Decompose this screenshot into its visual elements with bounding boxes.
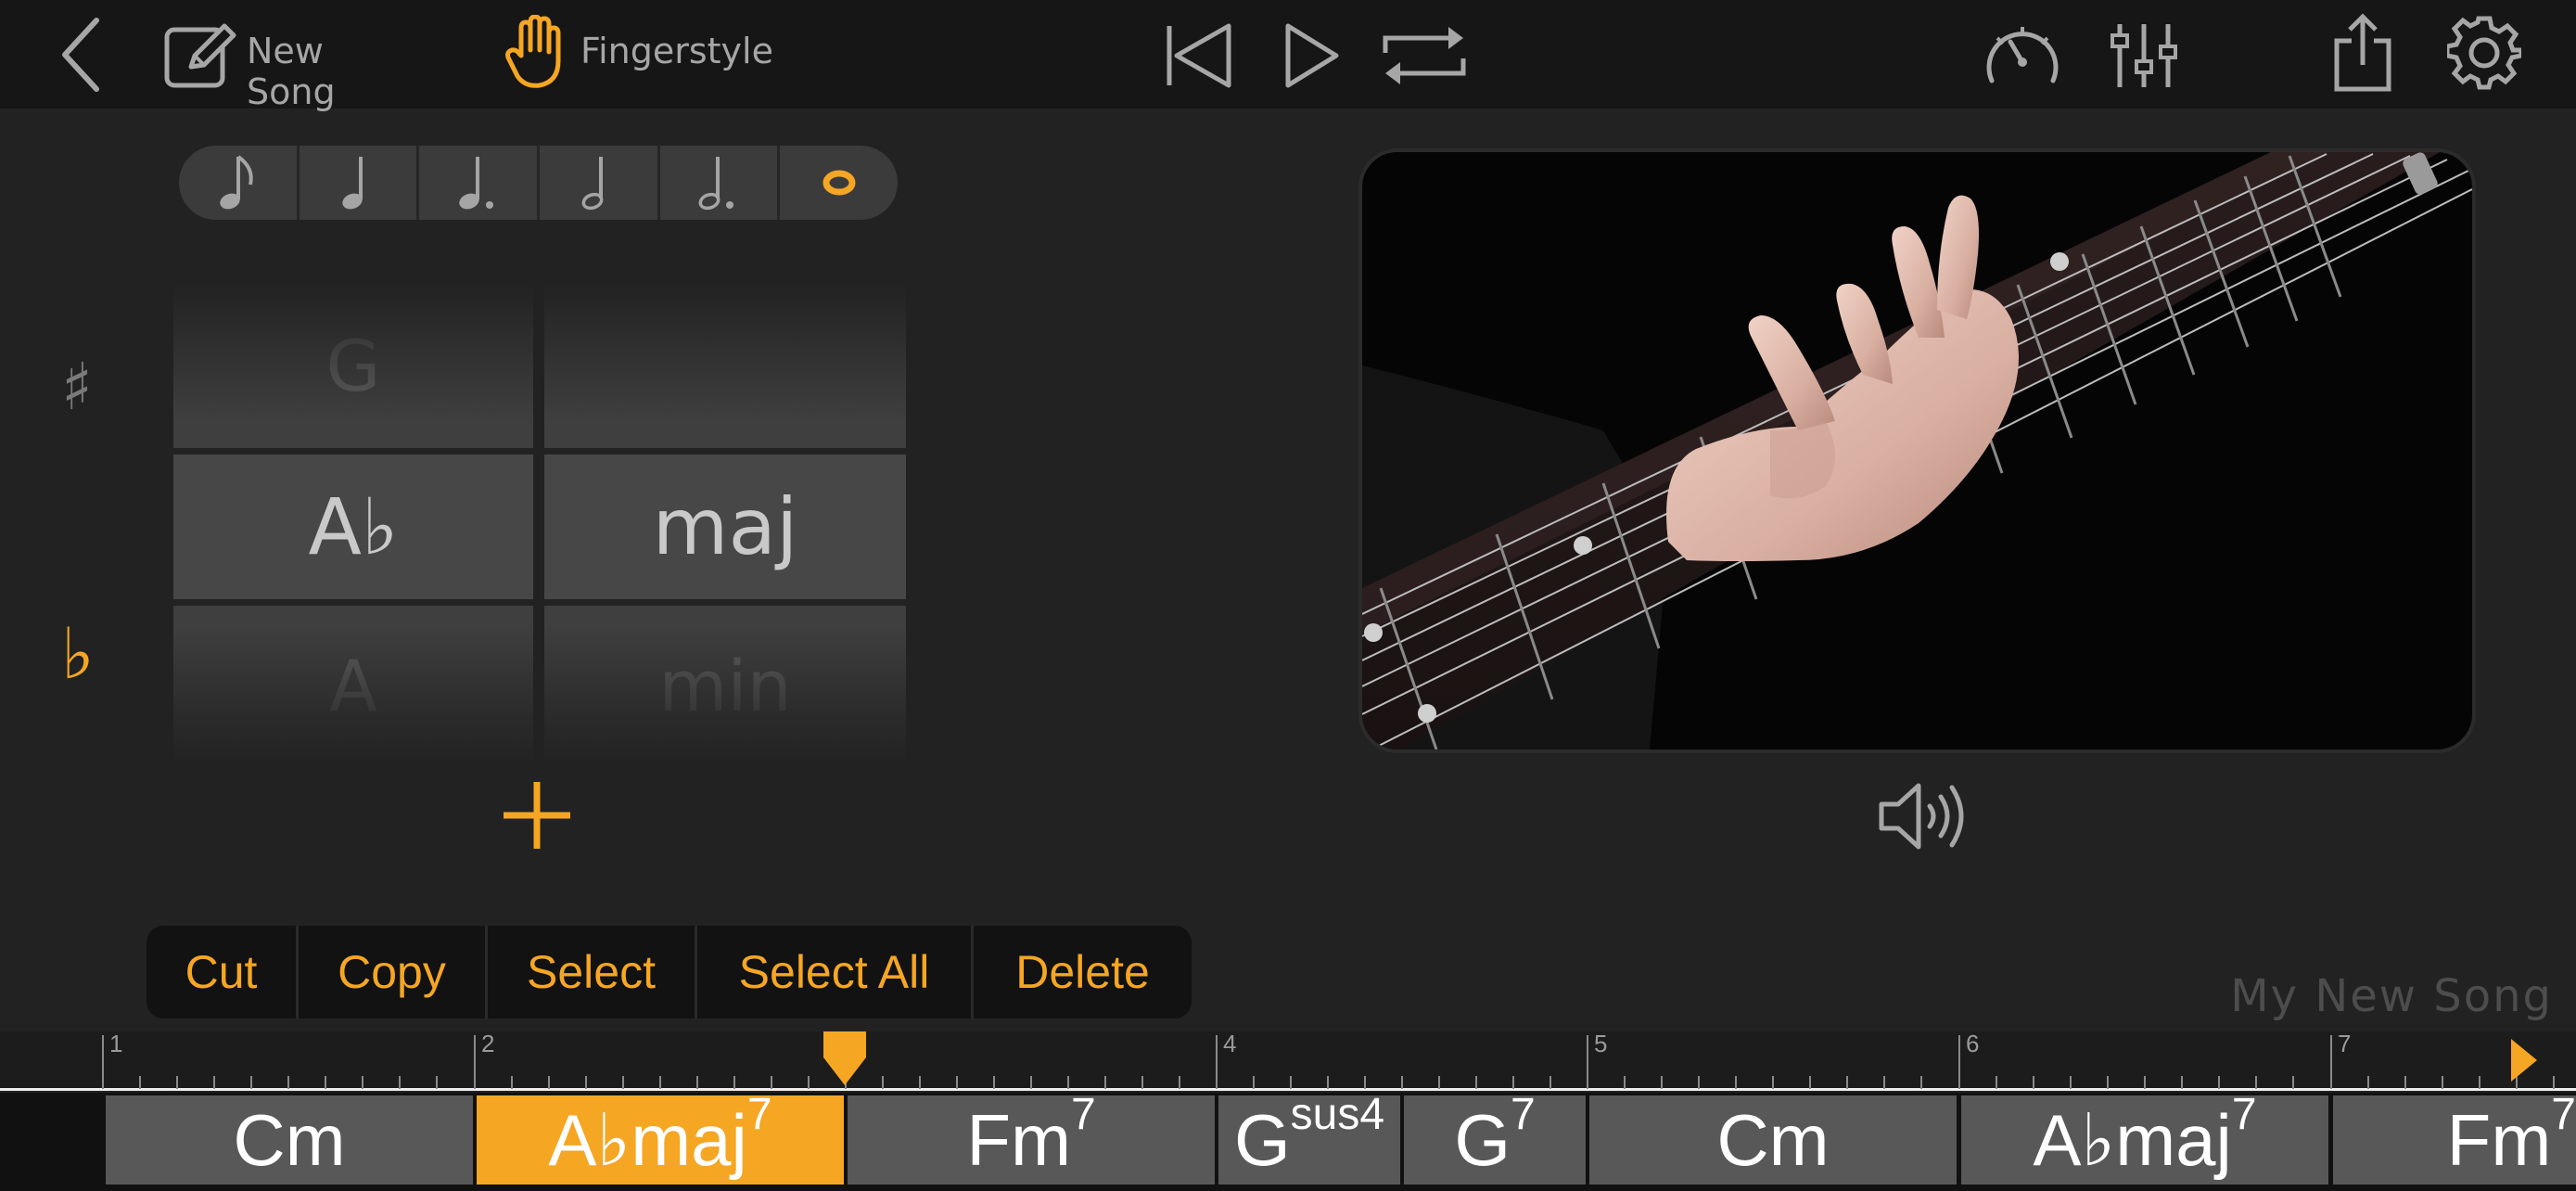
chord-extension: sus4 [1290, 1089, 1385, 1139]
flat-button[interactable]: ♭ [61, 612, 95, 695]
copy-button[interactable]: Copy [299, 926, 488, 1018]
quarter-note-icon [342, 157, 363, 210]
duration-whole[interactable] [780, 146, 898, 220]
mixer-button[interactable] [2105, 17, 2183, 95]
play-icon [1285, 23, 1339, 88]
measure-number: 2 [481, 1030, 495, 1057]
duration-eighth[interactable] [179, 146, 300, 220]
gauge-icon [1986, 27, 2059, 83]
duration-dotted-half[interactable] [660, 146, 781, 220]
tempo-button[interactable] [1981, 17, 2064, 95]
mixer-icon [2111, 24, 2177, 87]
duration-selector [179, 146, 898, 220]
chord-block[interactable]: Gsus4 [1218, 1090, 1400, 1185]
chord-extension: 7 [746, 1089, 772, 1139]
chord-extension: 7 [2231, 1089, 2257, 1139]
half-note-icon [581, 157, 604, 211]
fingerstyle-button[interactable]: Fingerstyle [501, 13, 773, 95]
chord-block[interactable]: Fm 7 [848, 1090, 1215, 1185]
edit-menu: Cut Copy Select Select All Delete [147, 926, 1192, 1018]
fingerstyle-label: Fingerstyle [580, 31, 773, 71]
guitar-3d-view[interactable] [1358, 148, 2476, 753]
fretboard-hand-image [1362, 152, 2472, 749]
quality-option-above[interactable] [544, 283, 906, 448]
ruler-ticks [102, 1035, 2555, 1089]
volume-button[interactable] [1873, 777, 1975, 855]
timeline-ruler[interactable] [0, 1031, 2576, 1091]
root-option-selected[interactable]: A♭ [173, 455, 533, 599]
eighth-note-icon [220, 155, 254, 210]
chord-extension: 7 [2551, 1095, 2576, 1139]
settings-button[interactable] [2442, 13, 2526, 93]
play-button[interactable] [1280, 19, 1345, 93]
chord-root: A♭maj [2033, 1098, 2232, 1181]
chord-block[interactable]: Cm [1589, 1095, 1957, 1185]
add-chord-button[interactable] [497, 775, 577, 855]
root-option-below[interactable]: A [173, 606, 533, 765]
quality-option-below[interactable]: min [544, 606, 906, 765]
chord-root: G [1233, 1098, 1291, 1181]
dotted-half-note-icon [698, 157, 734, 211]
sharp-button[interactable]: ♯ [61, 349, 93, 425]
chord-root: Fm [2446, 1098, 2552, 1181]
back-button[interactable] [46, 11, 115, 98]
chord-block[interactable]: A♭maj 7 [1961, 1090, 2328, 1185]
chord-block[interactable]: Fm 7 [2333, 1095, 2576, 1185]
root-option-above[interactable]: G [173, 283, 533, 448]
measure-number: 6 [1966, 1030, 1980, 1057]
end-marker[interactable] [2509, 1035, 2541, 1085]
measure-number: 7 [2338, 1030, 2352, 1057]
measure-number: 1 [109, 1030, 123, 1057]
plus-icon [504, 782, 570, 849]
end-marker-icon [2511, 1039, 2537, 1082]
measure-number: 4 [1223, 1030, 1237, 1057]
chord-block-selected[interactable]: A♭maj 7 [477, 1090, 844, 1185]
chord-root: G [1454, 1098, 1511, 1181]
whole-note-icon [823, 170, 856, 196]
select-button[interactable]: Select [488, 926, 697, 1018]
gear-icon [2447, 16, 2521, 90]
playhead-marker-icon [823, 1031, 866, 1085]
chord-extension: 7 [1510, 1089, 1536, 1139]
chord-block[interactable]: G7 [1404, 1090, 1586, 1185]
new-song-label: New Song [247, 31, 336, 112]
chord-root: Cm [1716, 1098, 1830, 1181]
duration-quarter[interactable] [300, 146, 420, 220]
skip-back-button[interactable] [1161, 19, 1237, 93]
hand-icon [505, 15, 561, 88]
loop-button[interactable] [1378, 17, 1471, 95]
skip-back-icon [1167, 23, 1231, 88]
duration-dotted-quarter[interactable] [419, 146, 541, 220]
chord-block[interactable]: Cm [106, 1095, 473, 1185]
cut-button[interactable]: Cut [147, 926, 299, 1018]
loop-icon [1383, 27, 1466, 84]
playhead[interactable] [823, 1031, 866, 1087]
edit-icon [164, 23, 236, 88]
new-song-button[interactable]: New Song [163, 17, 412, 112]
dotted-quarter-note-icon [458, 157, 493, 210]
share-button[interactable] [2324, 9, 2402, 96]
share-icon [2334, 13, 2391, 92]
chord-picker: G A♭ maj A min [172, 283, 906, 765]
chevron-left-icon [62, 18, 99, 92]
speaker-icon [1879, 783, 1964, 850]
measure-number: 5 [1594, 1030, 1608, 1057]
chord-extension: 7 [1070, 1089, 1096, 1139]
chord-root: A♭maj [548, 1098, 747, 1181]
chord-root: Fm [966, 1098, 1071, 1181]
duration-half[interactable] [540, 146, 660, 220]
song-title: My New Song [2230, 970, 2553, 1022]
delete-button[interactable]: Delete [974, 926, 1192, 1018]
quality-option-selected[interactable]: maj [544, 455, 906, 599]
chord-root: Cm [233, 1098, 346, 1181]
select-all-button[interactable]: Select All [697, 926, 974, 1018]
